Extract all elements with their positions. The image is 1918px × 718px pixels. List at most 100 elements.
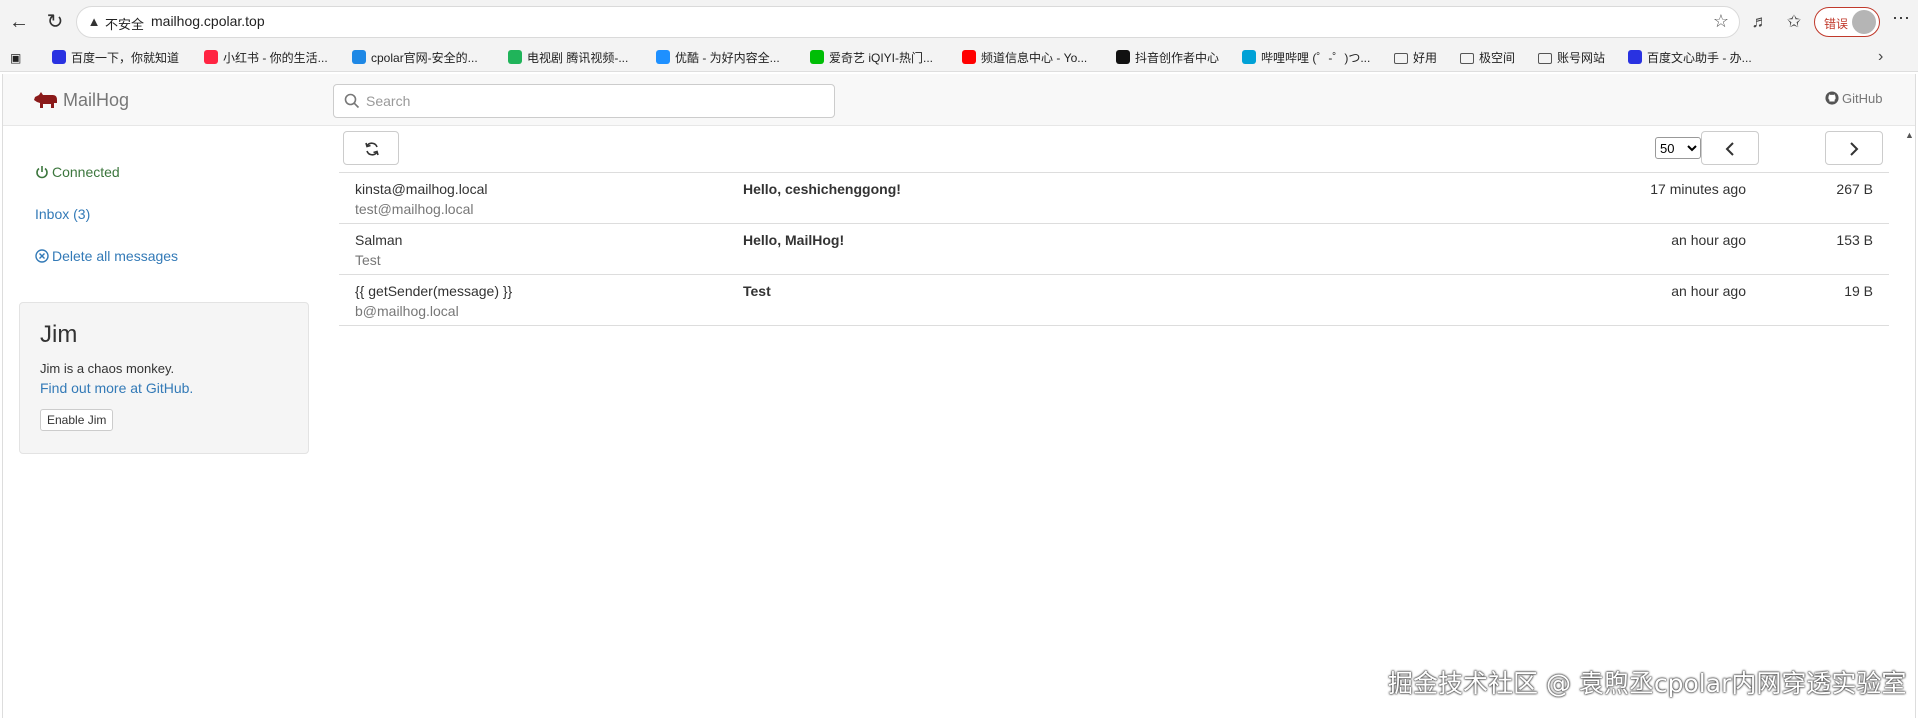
bookmark-item[interactable]: 频道信息中心 - Yo...: [962, 49, 1087, 67]
insecure-label: 不安全: [105, 17, 145, 32]
reload-icon[interactable]: ↻: [42, 9, 68, 35]
message-time: an hour ago: [1671, 232, 1746, 248]
enable-jim-button[interactable]: Enable Jim: [40, 409, 114, 431]
message-to: b@mailhog.local: [355, 303, 459, 319]
bookmark-label: cpolar官网-安全的...: [371, 51, 478, 65]
message-from: {{ getSender(message) }}: [355, 283, 513, 299]
message-subject: Test: [743, 283, 771, 299]
jim-title: Jim: [40, 321, 78, 348]
search-input[interactable]: [364, 89, 824, 113]
message-subject: Hello, MailHog!: [743, 232, 845, 248]
bookmark-label: 哔哩哔哩 (゜-゜)つ...: [1261, 51, 1371, 65]
bookmark-item[interactable]: 百度文心助手 - 办...: [1628, 49, 1752, 67]
message-size: 153 B: [1836, 232, 1873, 248]
power-icon: [36, 166, 48, 179]
brand[interactable]: MailHog: [33, 88, 129, 112]
bookmark-item[interactable]: 优酷 - 为好内容全...: [656, 49, 780, 67]
watermark: 掘金技术社区 @ 袁煦丞cpolar内网穿透实验室: [1388, 669, 1907, 698]
bookmark-item[interactable]: 爱奇艺 iQIYI-热门...: [810, 49, 933, 67]
bookmark-item[interactable]: 哔哩哔哩 (゜-゜)つ...: [1242, 49, 1370, 67]
site-favicon-icon: [810, 50, 824, 64]
message-time: an hour ago: [1671, 283, 1746, 299]
mailhog-page: MailHog GitHub Connected Inbox (3): [2, 74, 1916, 718]
site-favicon-icon: [1116, 50, 1130, 64]
bookmark-item[interactable]: 百度一下，你就知道: [52, 49, 179, 67]
star-icon[interactable]: ☆: [1713, 11, 1729, 32]
per-page-select[interactable]: 102550100250: [1655, 137, 1701, 159]
folder-icon: [1538, 53, 1552, 64]
message-size: 19 B: [1844, 283, 1873, 299]
folder-icon: [1460, 53, 1474, 64]
navbar: MailHog GitHub: [3, 74, 1915, 126]
site-favicon-icon: [1242, 50, 1256, 64]
message-list: kinsta@mailhog.local test@mailhog.local He…: [339, 172, 1889, 326]
previous-page-button[interactable]: [1701, 131, 1759, 165]
message-row[interactable]: kinsta@mailhog.local test@mailhog.local He…: [339, 173, 1889, 224]
search-icon: [344, 93, 360, 109]
circle-x-icon: [35, 249, 49, 263]
bookmark-item[interactable]: 账号网站: [1538, 49, 1605, 67]
warning-icon: ▲: [87, 14, 101, 29]
jim-github-link[interactable]: Find out more at GitHub.: [40, 380, 193, 396]
delete-all-label: Delete all messages: [52, 248, 179, 264]
message-row[interactable]: Salman Test Hello, MailHog! an hour ago 153 …: [339, 224, 1889, 275]
message-subject: Hello, ceshichenggong!: [743, 181, 901, 197]
bookmark-item[interactable]: 抖音创作者中心: [1116, 49, 1219, 67]
refresh-icon: [365, 142, 379, 156]
site-favicon-icon: [962, 50, 976, 64]
error-label: 错误: [1824, 17, 1849, 31]
connected-label: Connected: [52, 164, 120, 180]
profile-error-button[interactable]: 错误: [1814, 7, 1880, 37]
chevron-left-icon: [1725, 142, 1734, 156]
bookmark-item[interactable]: 好用: [1394, 49, 1437, 67]
message-row[interactable]: {{ getSender(message) }} b@mailhog.local T…: [339, 275, 1889, 326]
brand-label: MailHog: [63, 90, 130, 110]
favorites-icon[interactable]: ✩: [1782, 10, 1806, 34]
bookmark-label: 频道信息中心 - Yo...: [981, 51, 1088, 65]
message-to: Test: [355, 252, 381, 268]
back-arrow-icon[interactable]: ←: [6, 9, 32, 35]
bookmark-label: 爱奇艺 iQIYI-热门...: [829, 51, 934, 65]
jim-panel: Jim Jim is a chaos monkey. Find out more…: [19, 302, 309, 454]
more-icon[interactable]: ⋯: [1892, 8, 1911, 29]
bookmark-label: 好用: [1413, 51, 1438, 65]
search-box[interactable]: [333, 84, 835, 118]
bookmark-label: 电视剧 腾讯视频-...: [527, 51, 629, 65]
sidebar-item-inbox[interactable]: Inbox (3): [35, 206, 90, 222]
delete-all-link[interactable]: Delete all messages: [35, 248, 178, 264]
next-page-button[interactable]: [1825, 131, 1883, 165]
bookmark-item[interactable]: 极空间: [1460, 49, 1515, 67]
bookmark-label: 极空间: [1479, 51, 1516, 65]
chevron-right-icon: [1850, 142, 1859, 156]
bookmark-label: 百度文心助手 - 办...: [1647, 51, 1752, 65]
site-favicon-icon: [204, 50, 218, 64]
site-favicon-icon: [52, 50, 66, 64]
site-favicon-icon: [352, 50, 366, 64]
folder-icon: [1394, 53, 1408, 64]
github-link[interactable]: GitHub: [1825, 91, 1882, 106]
bookmark-item[interactable]: 小红书 - 你的生活...: [204, 49, 328, 67]
chevron-right-icon[interactable]: ›: [1878, 48, 1883, 66]
address-bar[interactable]: ▲ 不安全 mailhog.cpolar.top ☆: [76, 6, 1740, 38]
scroll-up-icon[interactable]: ▲: [1905, 130, 1914, 140]
message-to: test@mailhog.local: [355, 201, 474, 217]
bookmark-label: 小红书 - 你的生活...: [223, 51, 328, 65]
message-time: 17 minutes ago: [1650, 181, 1746, 197]
site-favicon-icon: [1628, 50, 1642, 64]
github-label: GitHub: [1842, 91, 1883, 106]
jim-description: Jim is a chaos monkey.: [40, 361, 175, 376]
refresh-button[interactable]: [343, 131, 399, 165]
connection-status: Connected: [35, 164, 120, 180]
url-text[interactable]: mailhog.cpolar.top: [151, 13, 265, 29]
bookmark-item[interactable]: 电视剧 腾讯视频-...: [508, 49, 628, 67]
bookmark-item[interactable]: cpolar官网-安全的...: [352, 49, 478, 67]
message-from: Salman: [355, 232, 403, 248]
message-size: 267 B: [1836, 181, 1873, 197]
site-favicon-icon: [508, 50, 522, 64]
media-icon[interactable]: ♬: [1748, 10, 1772, 34]
browser-toolbar: ← ↻ ▲ 不安全 mailhog.cpolar.top ☆ ♬ ✩ 错误 ⋯: [0, 0, 1918, 44]
reading-list-icon[interactable]: ▣: [10, 49, 21, 67]
bookmark-label: 抖音创作者中心: [1135, 51, 1220, 65]
site-favicon-icon: [656, 50, 670, 64]
bookmark-label: 优酷 - 为好内容全...: [675, 51, 780, 65]
